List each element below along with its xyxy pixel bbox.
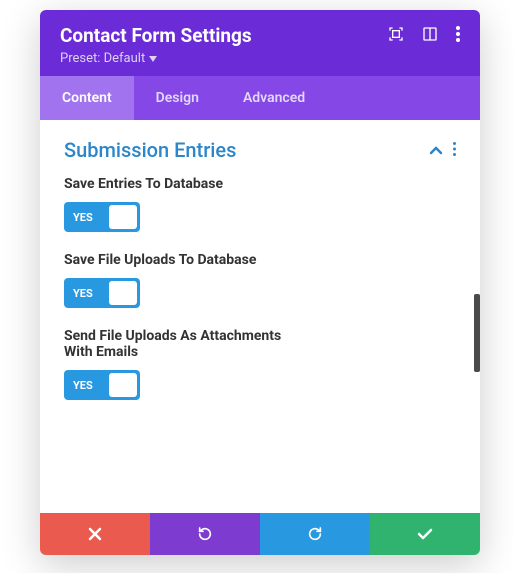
tab-bar: Content Design Advanced — [40, 76, 480, 120]
section-title: Submission Entries — [64, 138, 236, 162]
modal-header: Contact Form Settings Preset: Default — [40, 10, 480, 76]
toggle-save-uploads[interactable]: YES — [64, 278, 140, 308]
modal-content: Submission Entries Save Entries To Datab… — [40, 120, 480, 513]
more-icon[interactable] — [456, 26, 460, 46]
expand-icon[interactable] — [388, 26, 404, 46]
save-button[interactable] — [370, 513, 480, 555]
modal-footer — [40, 513, 480, 555]
section-actions — [429, 141, 456, 160]
scrollbar-thumb[interactable] — [474, 294, 480, 372]
setting-save-entries: Save Entries To Database YES — [64, 176, 456, 232]
toggle-knob — [109, 373, 137, 397]
modal-title: Contact Form Settings — [60, 24, 252, 47]
settings-modal: Contact Form Settings Preset: Default Co… — [40, 10, 480, 555]
section-header: Submission Entries — [64, 138, 456, 162]
caret-down-icon — [149, 56, 157, 62]
redo-button[interactable] — [260, 513, 370, 555]
toggle-on-label: YES — [64, 287, 93, 300]
toggle-on-label: YES — [64, 211, 93, 224]
layout-icon[interactable] — [422, 26, 438, 46]
toggle-knob — [109, 205, 137, 229]
setting-label: Save File Uploads To Database — [64, 252, 304, 268]
preset-label: Preset: Default — [60, 51, 145, 66]
setting-label: Save Entries To Database — [64, 176, 304, 192]
toggle-save-entries[interactable]: YES — [64, 202, 140, 232]
header-icon-group — [388, 26, 460, 46]
redo-icon — [307, 526, 323, 542]
tab-advanced[interactable]: Advanced — [221, 76, 327, 120]
header-top-row: Contact Form Settings — [60, 24, 460, 47]
section-more-icon[interactable] — [453, 141, 456, 160]
toggle-knob — [109, 281, 137, 305]
cancel-button[interactable] — [40, 513, 150, 555]
setting-save-uploads: Save File Uploads To Database YES — [64, 252, 456, 308]
toggle-on-label: YES — [64, 379, 93, 392]
collapse-icon[interactable] — [429, 141, 443, 160]
close-icon — [88, 527, 102, 541]
tab-design[interactable]: Design — [134, 76, 221, 120]
undo-icon — [197, 526, 213, 542]
preset-selector[interactable]: Preset: Default — [60, 51, 157, 66]
tab-content[interactable]: Content — [40, 76, 134, 120]
toggle-send-attachments[interactable]: YES — [64, 370, 140, 400]
check-icon — [417, 528, 433, 540]
undo-button[interactable] — [150, 513, 260, 555]
setting-send-attachments: Send File Uploads As Attachments With Em… — [64, 328, 456, 400]
setting-label: Send File Uploads As Attachments With Em… — [64, 328, 304, 360]
